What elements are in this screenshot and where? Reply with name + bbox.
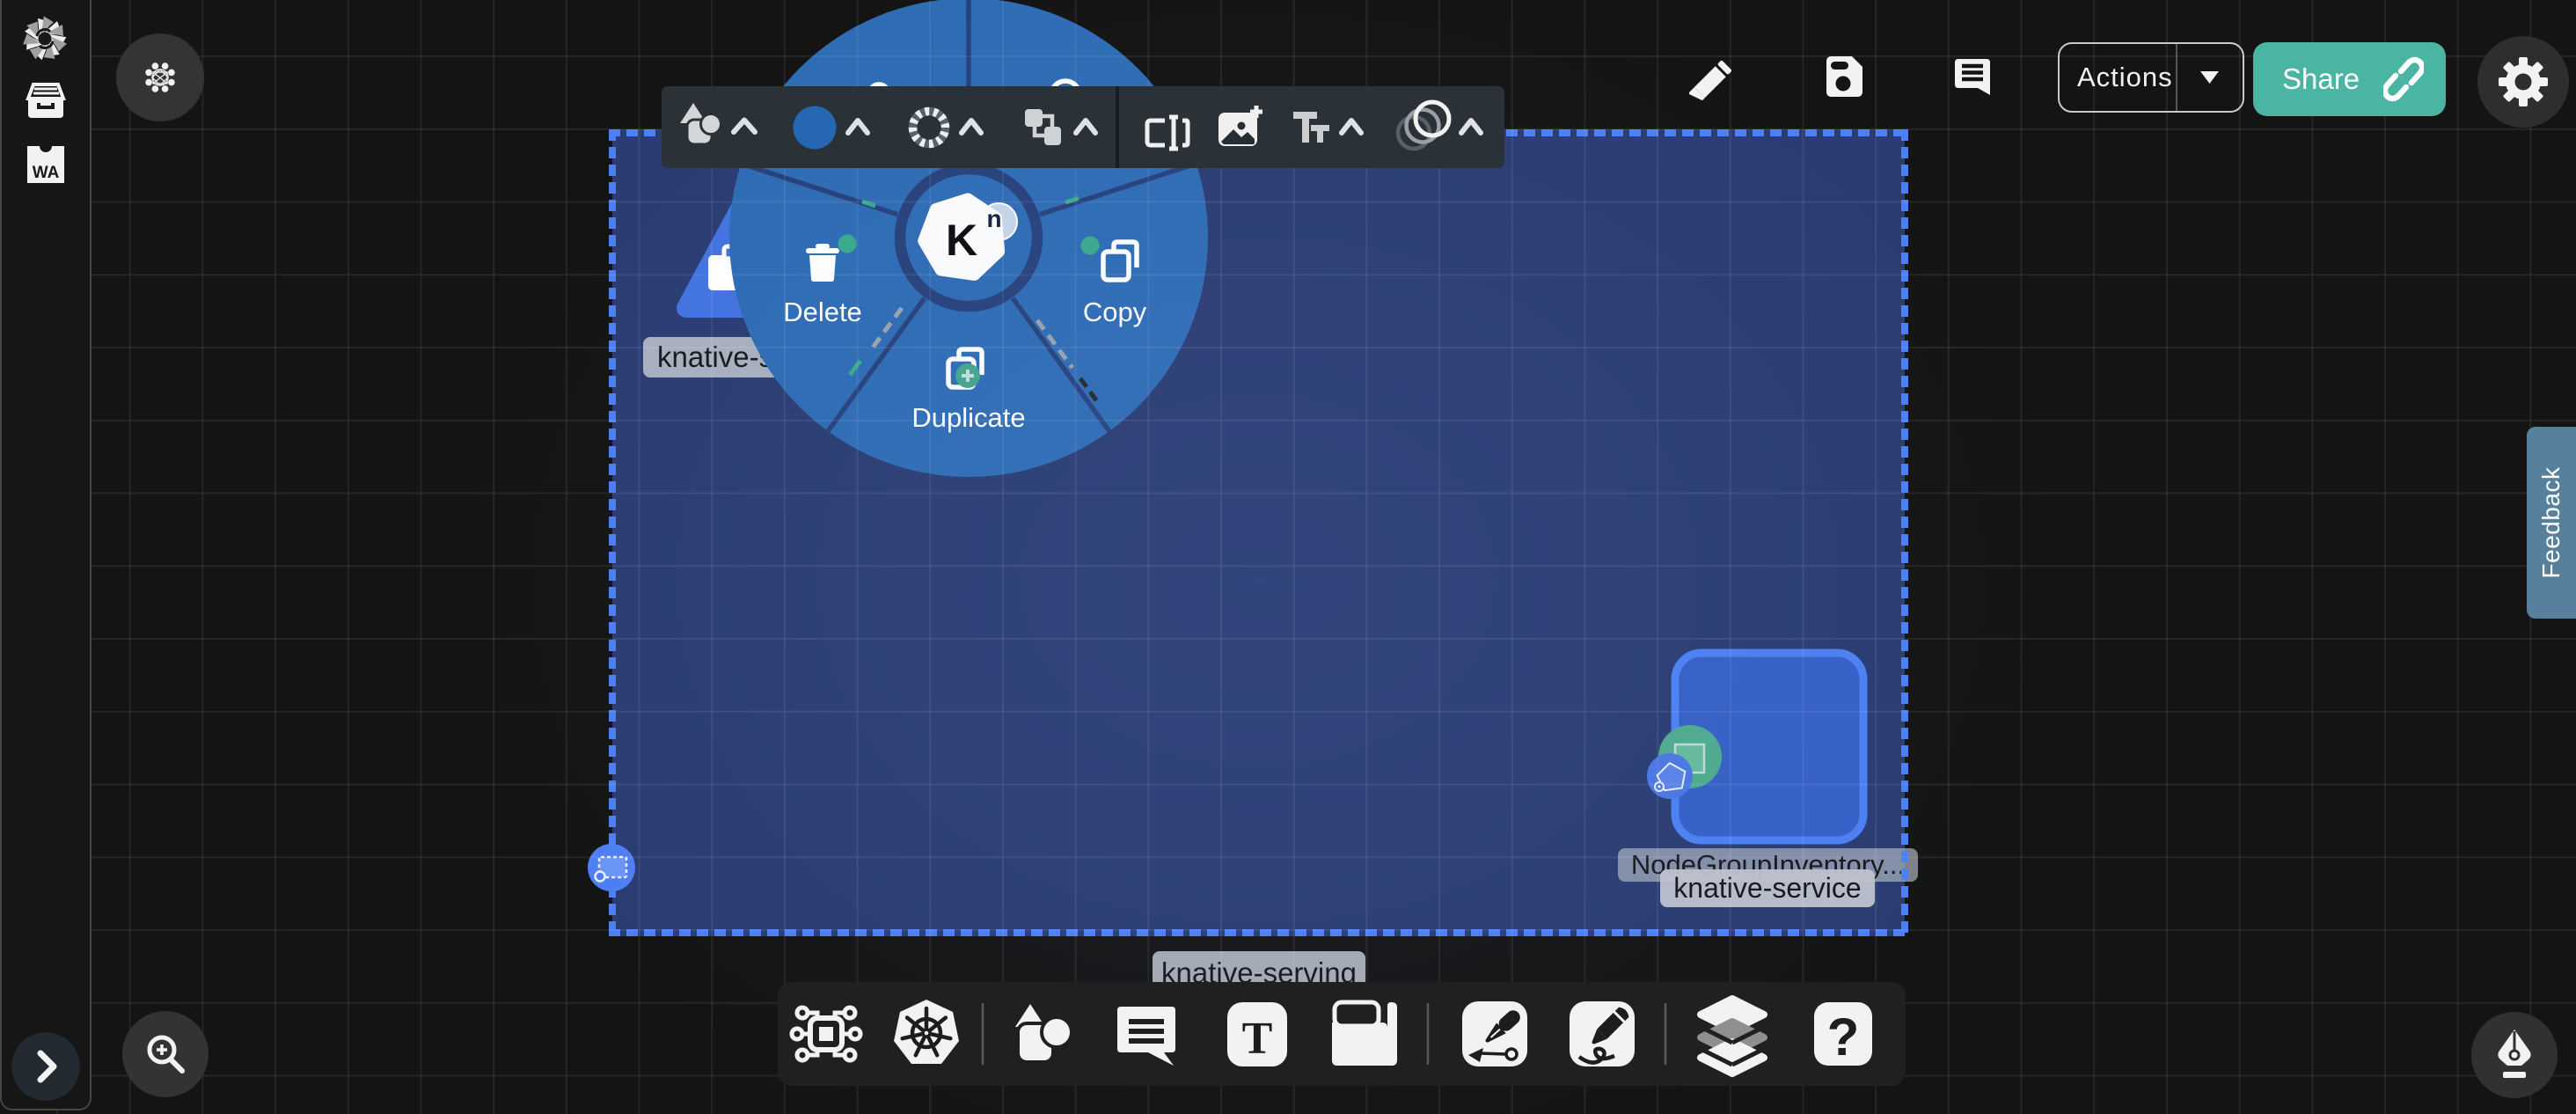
svg-text:?: ? bbox=[1827, 1008, 1860, 1066]
svg-text:T: T bbox=[1242, 1014, 1273, 1064]
svg-text:K: K bbox=[946, 216, 977, 265]
svg-text:Copy: Copy bbox=[1083, 297, 1147, 327]
svg-text:WA: WA bbox=[33, 164, 60, 182]
svg-text:Duplicate: Duplicate bbox=[911, 402, 1025, 433]
svg-text:n: n bbox=[986, 205, 1001, 232]
svg-text:Delete: Delete bbox=[783, 297, 862, 327]
